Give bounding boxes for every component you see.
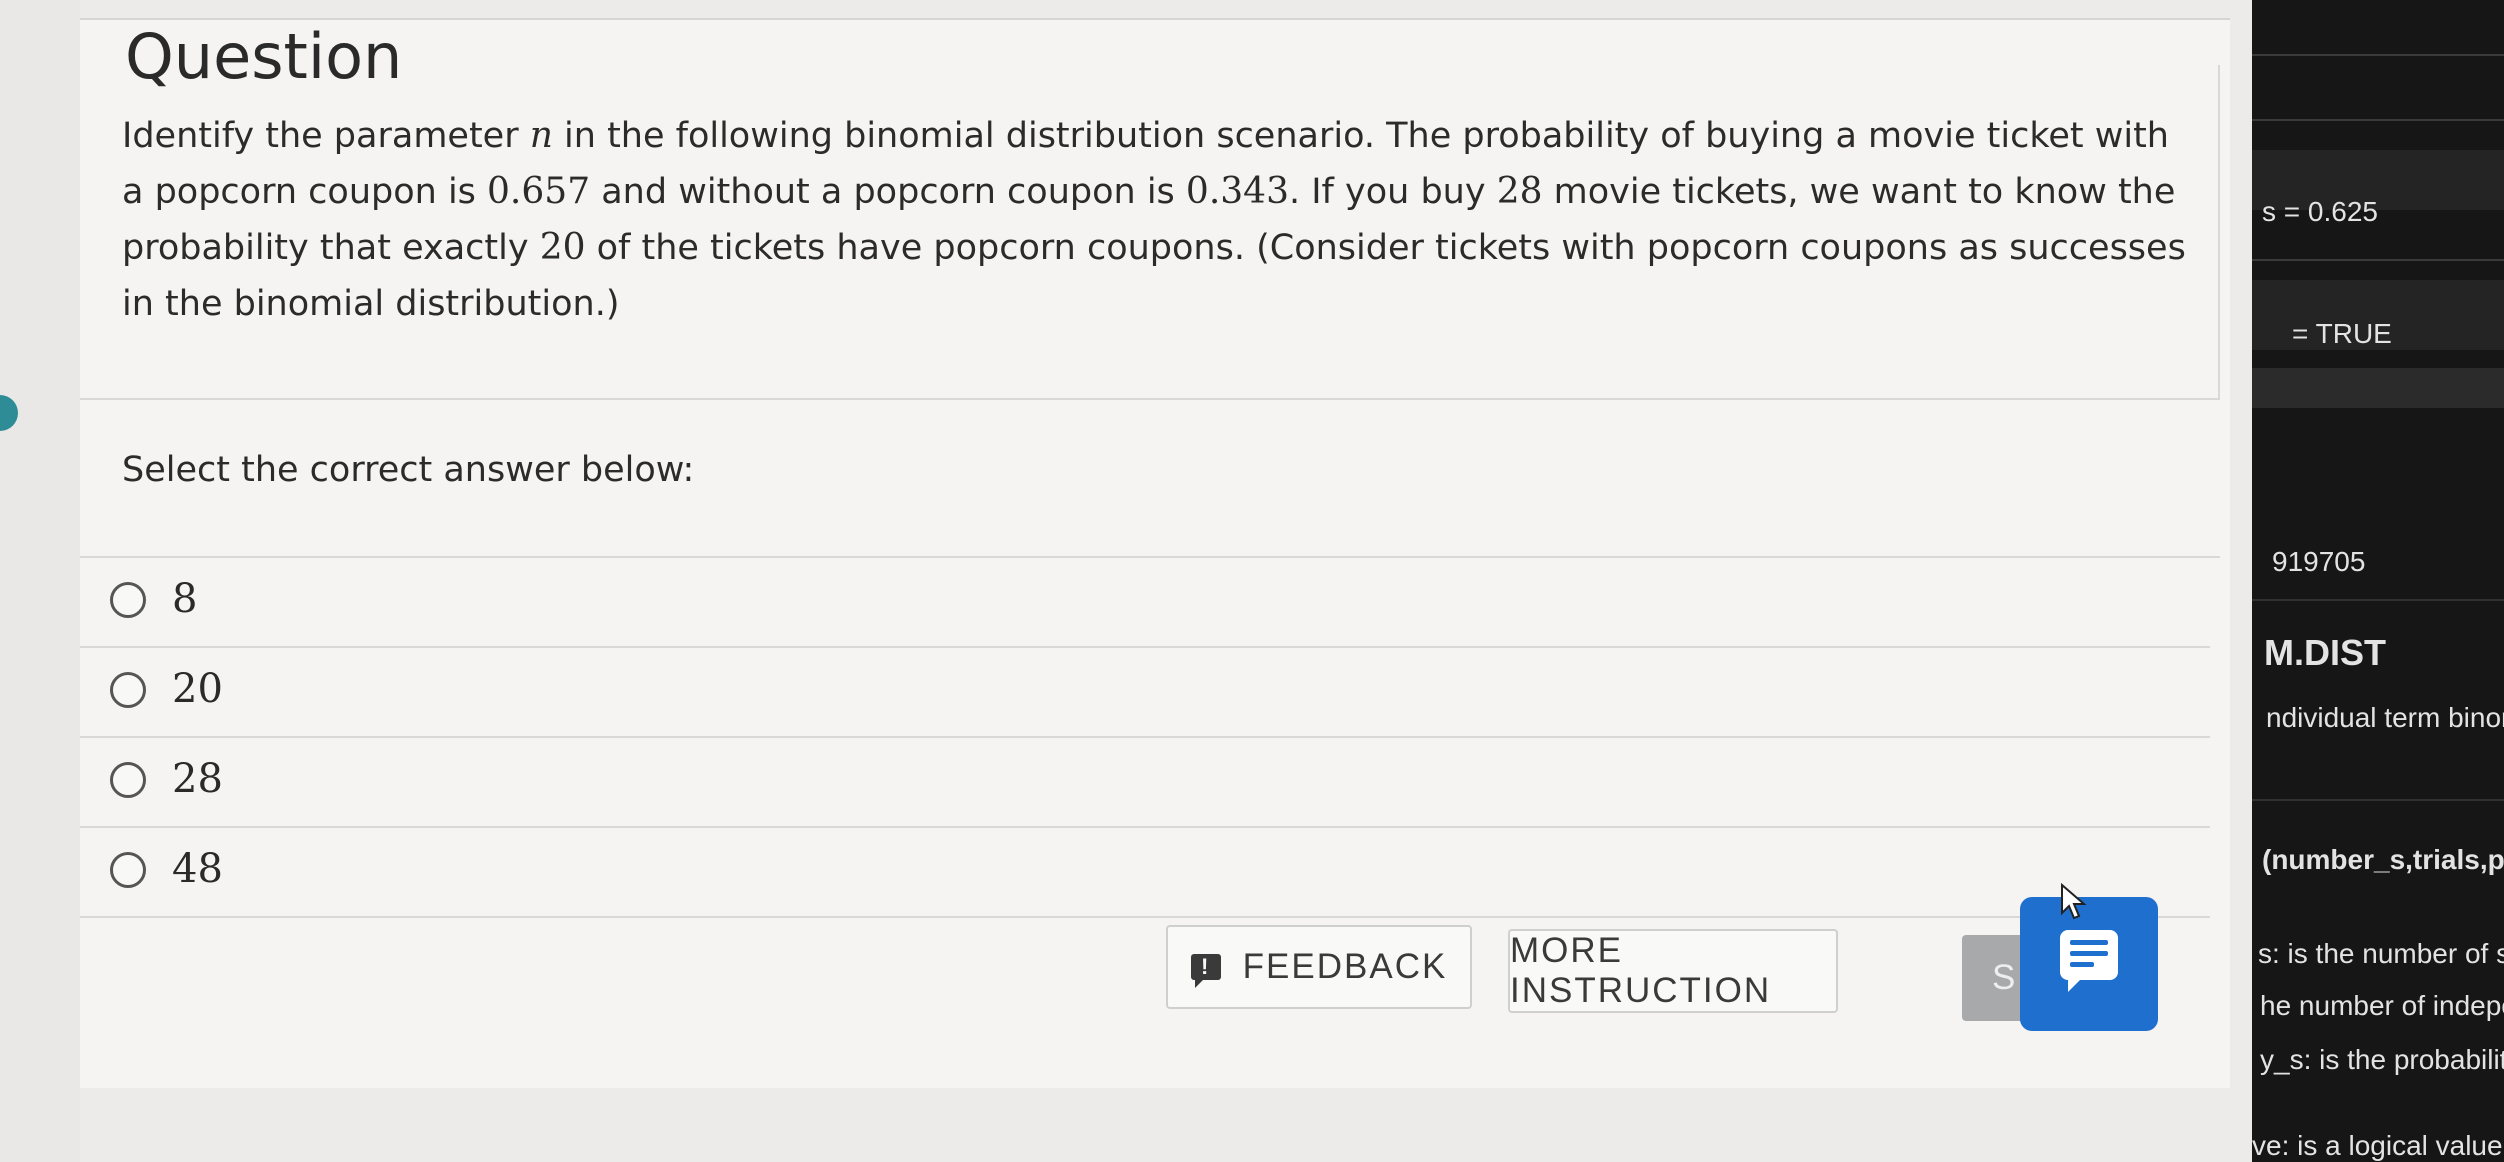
answer-option-2[interactable]: 20: [80, 648, 2210, 738]
option-label: 28: [172, 756, 223, 802]
spreadsheet-text-6: (number_s,trials,prob: [2262, 844, 2504, 875]
question-text-fragment: in the binomial distribution.): [122, 284, 620, 324]
math-value: 0.657: [487, 171, 591, 212]
answer-option-4[interactable]: 48: [80, 828, 2210, 918]
question-line-2: a popcorn coupon is 0.657 and without a …: [122, 164, 2242, 220]
question-text-fragment: of the tickets have popcorn coupons. (Co…: [585, 228, 2186, 268]
answer-option-1[interactable]: 8: [80, 558, 2210, 648]
more-instruction-button[interactable]: MORE INSTRUCTION: [1508, 929, 1838, 1013]
question-text-fragment: a popcorn coupon is: [122, 172, 488, 212]
question-line-4: in the binomial distribution.): [122, 276, 2242, 332]
spreadsheet-text-7: s: is the number of succ: [2258, 938, 2504, 969]
radio-button[interactable]: [110, 582, 146, 618]
question-text-fragment: Identify the parameter: [122, 116, 530, 156]
spreadsheet-text-2: = TRUE: [2292, 318, 2392, 349]
spreadsheet-gridlines: [2252, 54, 2504, 801]
math-value: 0.343: [1185, 171, 1289, 212]
option-label: 48: [172, 846, 223, 892]
feedback-button[interactable]: ! FEEDBACK: [1166, 925, 1472, 1009]
question-text-fragment: in the following binomial distribution s…: [552, 116, 2169, 156]
action-bar: ! FEEDBACK MORE INSTRUCTION S: [80, 883, 2210, 1085]
spreadsheet-text-5: ndividual term binomia: [2266, 702, 2504, 733]
spreadsheet-text-8: he number of independ: [2260, 990, 2504, 1021]
math-variable-n: n: [529, 115, 553, 156]
question-text-fragment: probability that exactly: [122, 228, 540, 268]
background-strip: [0, 0, 80, 1162]
chat-line: [2070, 951, 2108, 956]
feedback-label: FEEDBACK: [1242, 947, 1448, 986]
option-label: 8: [172, 576, 198, 622]
question-text-fragment: and without a popcorn coupon is: [590, 172, 1186, 212]
question-text-fragment: . If you buy: [1288, 172, 1497, 212]
more-instruction-label: MORE INSTRUCTION: [1510, 931, 1772, 1010]
question-line-3: probability that exactly 20 of the ticke…: [122, 220, 2242, 276]
spreadsheet-text-9: y_s: is the probability o: [2260, 1044, 2504, 1075]
background-spreadsheet-window: s = 0.625 = TRUE 919705 M.DIST ndividual…: [2252, 0, 2504, 1162]
question-text-fragment: movie tickets, we want to know the: [1542, 172, 2176, 212]
spreadsheet-text-1: s = 0.625: [2262, 196, 2378, 227]
spreadsheet-function-name: M.DIST: [2264, 632, 2386, 673]
submit-label: S: [1992, 958, 2018, 997]
option-label: 20: [172, 666, 223, 712]
spreadsheet-text-3: 919705: [2272, 546, 2366, 577]
mouse-cursor-icon: [2061, 883, 2087, 920]
math-value: 20: [539, 227, 586, 268]
answer-option-3[interactable]: 28: [80, 738, 2210, 828]
radio-button[interactable]: [110, 672, 146, 708]
chat-line: [2070, 940, 2108, 945]
question-card: Question Identify the parameter n in the…: [80, 18, 2230, 1088]
feedback-alert-icon: !: [1190, 954, 1221, 988]
question-text: Identify the parameter n in the followin…: [122, 108, 2242, 332]
radio-button[interactable]: [110, 762, 146, 798]
question-line-1: Identify the parameter n in the followin…: [122, 108, 2242, 164]
spreadsheet-text-10: ve: is a logical value: fo: [2252, 1130, 2504, 1161]
math-value: 28: [1496, 171, 1543, 212]
chat-bubble-icon: [2060, 930, 2118, 992]
chat-line: [2070, 962, 2094, 967]
radio-button[interactable]: [110, 852, 146, 888]
select-answer-prompt: Select the correct answer below:: [122, 450, 695, 490]
